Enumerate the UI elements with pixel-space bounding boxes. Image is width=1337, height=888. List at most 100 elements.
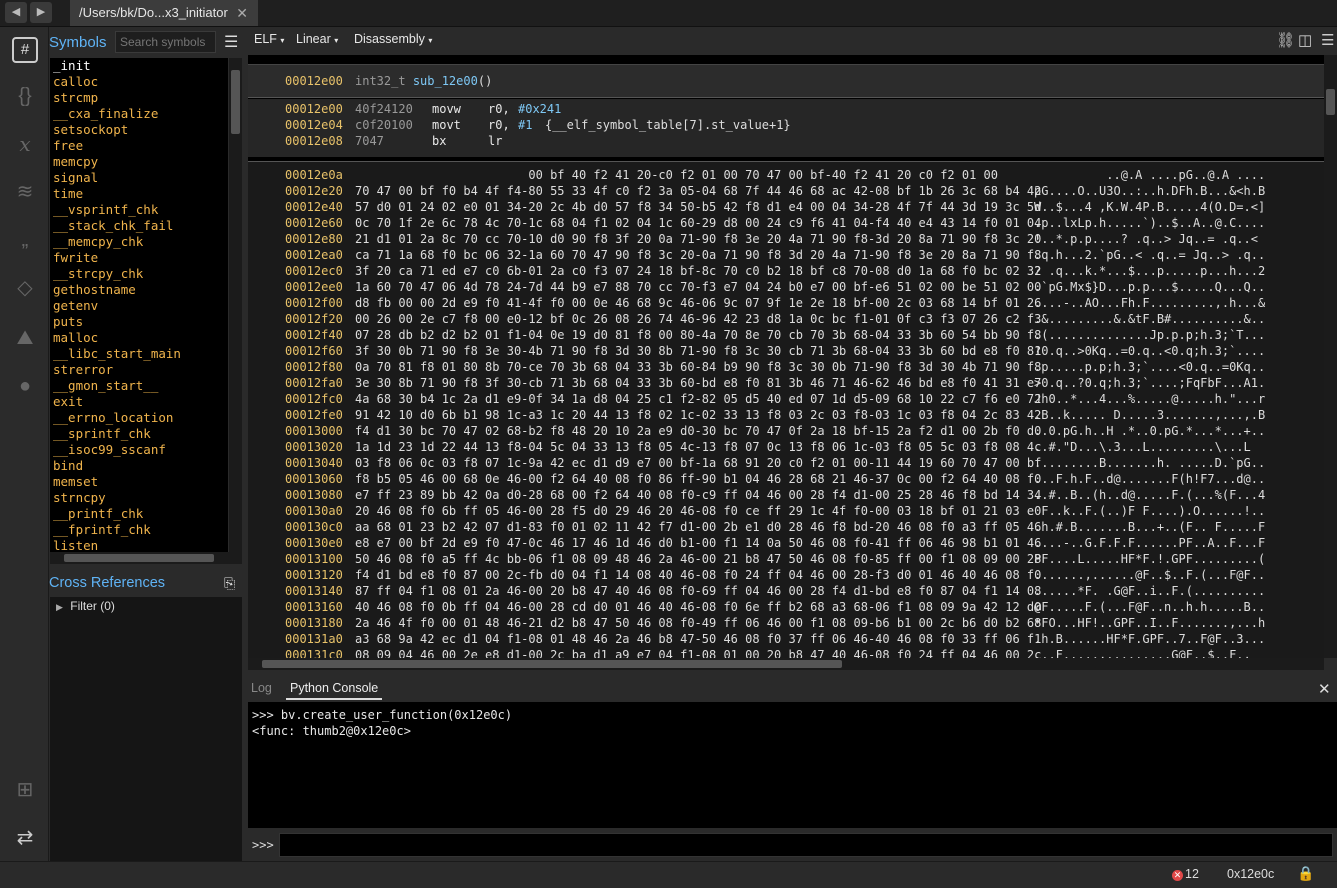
symbol-list-item[interactable]: malloc [50,330,228,346]
symbols-vertical-scrollbar[interactable] [229,58,242,552]
hex-row[interactable]: 00012ee0 1a 60 70 47 06 4d 78 24-7d 44 b9… [248,279,1324,295]
symbols-horizontal-scrollbar[interactable] [50,552,242,564]
symbol-list-item[interactable]: signal [50,170,228,186]
close-console-icon[interactable]: ✕ [1318,680,1331,698]
symbol-list-item[interactable]: memset [50,474,228,490]
hex-row[interactable]: 00012fc0 4a 68 30 b4 1c 2a d1 e9-0f 34 1a… [248,391,1324,407]
scroll-thumb[interactable] [231,70,240,134]
hex-row[interactable]: 00012e60 0c 70 1f 2e 6c 78 4c 70-1c 68 04… [248,215,1324,231]
hex-row[interactable]: 00012e0a 00 bf 40 f2 41 20-c0 f2 01 00 7… [248,167,1324,183]
back-button[interactable]: ◀ [5,2,27,23]
symbol-list-item[interactable]: __libc_start_main [50,346,228,362]
hex-row[interactable]: 00013080 e7 ff 23 89 bb 42 0a d0-28 68 00… [248,487,1324,503]
hex-row[interactable]: 000131a0 a3 68 9a 42 ec d1 04 f1-08 01 48… [248,631,1324,647]
chevron-right-icon[interactable]: ▶ [56,602,63,612]
symbol-list-item[interactable]: strncpy [50,490,228,506]
scroll-thumb[interactable] [64,554,214,562]
hex-row[interactable]: 00013100 50 46 08 f0 a5 ff 4c bb-06 f1 08… [248,551,1324,567]
hex-row[interactable]: 00012ea0 ca 71 1a 68 f0 bc 06 32-1a 60 70… [248,247,1324,263]
hex-row[interactable]: 00012f40 07 28 db b2 d2 b2 01 f1-04 0e 19… [248,327,1324,343]
symbol-list-item[interactable]: __memcpy_chk [50,234,228,250]
hex-row[interactable]: 000130c0 aa 68 01 23 b2 42 07 d1-83 f0 01… [248,519,1324,535]
symbols-hash-icon[interactable]: # [12,37,38,63]
function-address[interactable]: 00012e00 [285,74,343,88]
function-prototype[interactable]: int32_t sub_12e00() [355,74,492,88]
symbol-list-item[interactable]: __sprintf_chk [50,426,228,442]
console-input[interactable] [279,833,1333,857]
symbol-list-item[interactable]: __printf_chk [50,506,228,522]
symbol-list-item[interactable]: strcmp [50,90,228,106]
tags-tag-icon[interactable]: ◇ [12,275,38,301]
memory-map-icon[interactable]: ⛰ [12,325,38,351]
main-vertical-scrollbar[interactable] [1324,55,1337,658]
lock-icon[interactable]: 🔒 [1297,865,1314,882]
hex-row[interactable]: 000130a0 20 46 08 f0 6b ff 05 46-00 28 f5… [248,503,1324,519]
hex-row[interactable]: 00013060 f8 b5 05 46 00 68 0e 46-00 f2 64… [248,471,1324,487]
hex-row[interactable]: 000130e0 e8 e7 00 bf 2d e9 f0 47-0c 46 17… [248,535,1324,551]
hex-row[interactable]: 00013120 f4 d1 bd e8 f0 87 00 2c-fb d0 04… [248,567,1324,583]
symbol-list-item[interactable]: __strcpy_chk [50,266,228,282]
hex-row[interactable]: 00012fa0 3e 30 8b 71 90 f8 3f 30-cb 71 3b… [248,375,1324,391]
hex-row[interactable]: 00013180 2a 46 4f f0 00 01 48 46-21 d2 b8… [248,615,1324,631]
graph-tree-icon[interactable]: ⊞ [12,777,38,803]
error-count[interactable]: ✕ 12 [1172,867,1199,881]
symbol-list-item[interactable]: setsockopt [50,122,228,138]
hex-row[interactable]: 00012ec0 3f 20 ca 71 ed e7 c0 6b-01 2a c0… [248,263,1324,279]
link-icon[interactable]: ⛓ [1276,31,1295,49]
tab-log[interactable]: Log [251,681,272,695]
symbol-list-item[interactable]: strerror [50,362,228,378]
symbol-list-item[interactable]: calloc [50,74,228,90]
symbol-list-item[interactable]: __errno_location [50,410,228,426]
symbol-list-item[interactable]: time [50,186,228,202]
layout-dropdown[interactable]: Linear ▾ [296,32,338,46]
hex-row[interactable]: 00012f20 00 26 00 2e c7 f8 00 e0-12 bf 0c… [248,311,1324,327]
hex-row[interactable]: 00012e80 21 d1 01 2a 8c 70 cc 70-10 d0 90… [248,231,1324,247]
types-braces-icon[interactable]: {} [12,83,38,109]
main-horizontal-scrollbar[interactable] [248,658,1324,670]
hex-row[interactable]: 00013040 03 f8 06 0c 03 f8 07 1c-9a 42 ec… [248,455,1324,471]
symbol-list-item[interactable]: free [50,138,228,154]
hex-row[interactable]: 00012f80 0a 70 81 f8 01 80 8b 70-ce 70 3b… [248,359,1324,375]
symbol-list-item[interactable]: puts [50,314,228,330]
hex-row[interactable]: 00012fe0 91 42 10 d0 6b b1 98 1c-a3 1c 20… [248,407,1324,423]
hex-row[interactable]: 00012e40 57 d0 01 24 02 e0 01 34-20 2c 4b… [248,199,1324,215]
hex-row[interactable]: 00012f60 3f 30 0b 71 90 f8 3e 30-4b 71 90… [248,343,1324,359]
filter-row[interactable]: ▶ Filter (0) [56,597,115,615]
hamburger-menu-icon[interactable]: ☰ [224,32,238,52]
forward-button[interactable]: ▶ [30,2,52,23]
stack-layers-icon[interactable]: ≋ [12,179,38,205]
symbol-list-item[interactable]: __cxa_finalize [50,106,228,122]
view-type-dropdown[interactable]: ELF ▾ [254,32,284,46]
hex-row[interactable]: 00013020 1a 1d 23 1d 22 44 13 f8-04 5c 04… [248,439,1324,455]
tab-python-console[interactable]: Python Console [286,681,383,700]
close-tab-icon[interactable]: ✕ [236,0,248,26]
symbol-list-item[interactable]: memcpy [50,154,228,170]
hex-row[interactable]: 00013140 87 ff 04 f1 08 01 2a 46-00 20 b8… [248,583,1324,599]
hex-row[interactable]: 00012e20 70 47 00 bf f0 b4 4f f4-80 55 33… [248,183,1324,199]
symbol-list-item[interactable]: __isoc99_sscanf [50,442,228,458]
symbols-search-input[interactable] [115,31,216,53]
hamburger-menu-icon[interactable]: ☰ [1321,31,1334,49]
mode-dropdown[interactable]: Disassembly ▾ [354,32,432,46]
symbol-list-item[interactable]: gethostname [50,282,228,298]
variables-x-icon[interactable]: x [12,131,38,157]
symbol-list-item[interactable]: __vsprintf_chk [50,202,228,218]
linear-disassembly-view[interactable]: 00012e00 int32_t sub_12e00() 00012e00 40f… [248,55,1324,658]
symbol-list-item[interactable]: bind [50,458,228,474]
symbol-list-item[interactable]: __fprintf_chk [50,522,228,538]
scroll-thumb[interactable] [262,660,842,668]
symbol-list-item[interactable]: __gmon_start__ [50,378,228,394]
hex-row[interactable]: 00013000 f4 d1 30 bc 70 47 02 68-b2 f8 48… [248,423,1324,439]
symbol-list-item[interactable]: _init [50,58,228,74]
hex-row[interactable]: 000131c0 08 09 04 46 00 2e e8 d1-00 2c ba… [248,647,1324,658]
strings-quote-icon[interactable]: „ [12,227,38,253]
symbols-list[interactable]: _init calloc strcmp __cxa_finalize setsockop… [50,58,228,552]
globe-icon[interactable]: ● [12,373,38,399]
file-tab[interactable]: /Users/bk/Do...x3_initiator ✕ [70,0,258,26]
new-document-icon[interactable]: ⎘ [224,575,235,592]
symbol-list-item[interactable]: fwrite [50,250,228,266]
symbol-list-item[interactable]: __stack_chk_fail [50,218,228,234]
hex-row[interactable]: 00013160 40 46 08 f0 0b ff 04 46-00 28 cd… [248,599,1324,615]
current-address[interactable]: 0x12e0c [1227,867,1274,881]
split-view-icon[interactable]: ◫ [1298,31,1312,49]
